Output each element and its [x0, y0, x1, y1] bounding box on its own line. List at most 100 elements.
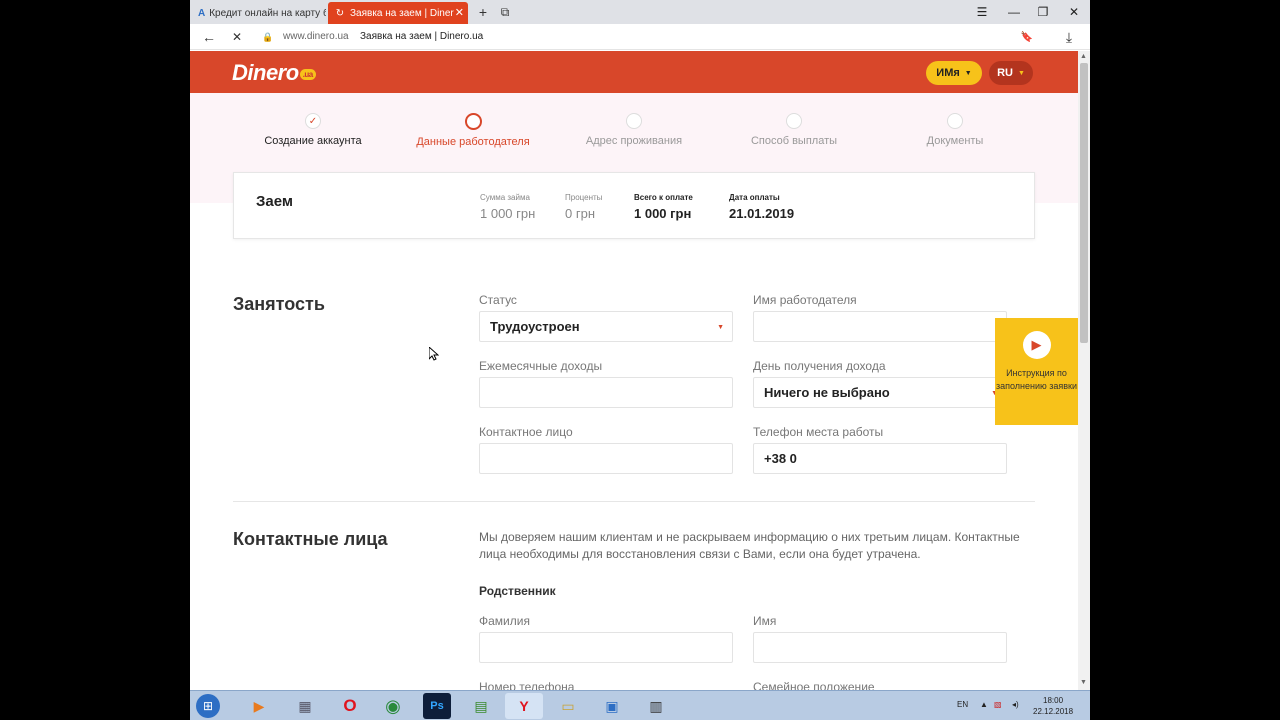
- calculator-icon[interactable]: ▦: [286, 693, 324, 719]
- step-current-icon: [464, 113, 482, 130]
- phone-number-label: Номер телефона: [479, 680, 575, 690]
- back-icon[interactable]: ←: [200, 28, 218, 46]
- new-tab-icon[interactable]: +: [474, 3, 492, 21]
- marital-status-label: Семейное положение: [753, 680, 875, 690]
- scrollbar-thumb[interactable]: [1080, 63, 1088, 343]
- lock-icon: 🔒: [262, 31, 274, 42]
- work-phone-input[interactable]: +38 0: [753, 443, 1007, 474]
- logo-suffix: .ua: [299, 68, 316, 80]
- photoshop-icon[interactable]: Ps: [423, 693, 451, 719]
- employment-title: Занятость: [233, 294, 325, 314]
- download-icon[interactable]: ⤓: [1060, 28, 1078, 46]
- address-page-title[interactable]: Заявка на заем | Dinero.ua: [360, 31, 483, 42]
- keyboard-language[interactable]: EN: [957, 700, 968, 709]
- scroll-up-icon[interactable]: ▲: [1080, 53, 1087, 60]
- contact-person-label: Контактное лицо: [479, 425, 573, 439]
- desktop-icon[interactable]: ▣: [593, 693, 631, 719]
- status-label: Статус: [479, 293, 517, 307]
- income-input[interactable]: [479, 377, 733, 408]
- loan-total-label: Всего к оплате: [634, 193, 693, 202]
- start-button-icon[interactable]: ⊞: [196, 694, 220, 718]
- contact-person-input[interactable]: [479, 443, 733, 474]
- page-viewport: Dinero .ua ИМя ▼ RU ▼ ✓ Создание аккаунта Д…: [190, 51, 1078, 690]
- loan-due-date: Дата оплаты 21.01.2019: [729, 193, 794, 221]
- tab-label: Кредит онлайн на карту б: [209, 7, 326, 19]
- media-player-icon[interactable]: ▶: [240, 693, 278, 719]
- network-icon[interactable]: ▧: [994, 700, 1002, 709]
- tray-arrow-icon[interactable]: ▲: [980, 700, 988, 709]
- tab-bar: A Кредит онлайн на карту б ↻ Заявка на з…: [190, 0, 1090, 24]
- relative-title: Родственник: [479, 584, 556, 598]
- step-create-account: ✓ Создание аккаунта: [233, 113, 393, 147]
- opera-icon[interactable]: O: [331, 693, 369, 719]
- step-label: Создание аккаунта: [264, 135, 362, 147]
- bookmark-icon[interactable]: 🔖: [1018, 28, 1036, 46]
- play-icon[interactable]: ▶: [1022, 331, 1051, 359]
- tab-application[interactable]: ↻ Заявка на заем | Diner ✕: [328, 2, 468, 24]
- loan-date-value: 21.01.2019: [729, 206, 795, 221]
- stop-loading-icon[interactable]: ✕: [228, 28, 246, 46]
- user-name-button[interactable]: ИМя ▼: [926, 61, 982, 85]
- employer-input[interactable]: [753, 311, 1007, 342]
- payday-select[interactable]: Ничего не выбрано ▼: [753, 377, 1007, 408]
- taskbar: ⊞ ▶ ▦ O ◉ Ps ▤ Y ▭ ▣ ▥ EN ▲ ▧ ◂) 18:00 2…: [190, 690, 1090, 720]
- payday-value: Ничего не выбрано: [764, 385, 890, 400]
- system-clock[interactable]: 18:00 22.12.2018: [1033, 695, 1073, 717]
- income-label: Ежемесячные доходы: [479, 359, 603, 373]
- camera-app-icon[interactable]: ▥: [637, 693, 675, 719]
- chevron-down-icon: ▼: [1017, 69, 1025, 77]
- tab-close-icon[interactable]: ✕: [455, 6, 464, 19]
- dinero-logo[interactable]: Dinero .ua: [232, 60, 316, 86]
- site-header: Dinero .ua ИМя ▼ RU ▼: [190, 51, 1078, 93]
- status-value: Трудоустроен: [490, 319, 580, 334]
- chrome-icon[interactable]: ◉: [374, 693, 412, 719]
- step-pending-icon: [947, 113, 963, 129]
- clock-date: 22.12.2018: [1033, 707, 1074, 716]
- step-pending-icon: [626, 113, 642, 129]
- chevron-down-icon: ▼: [964, 69, 972, 77]
- surname-label: Фамилия: [479, 614, 530, 628]
- first-name-input[interactable]: [753, 632, 1007, 663]
- tab-credit[interactable]: A Кредит онлайн на карту б: [192, 2, 326, 24]
- dropdown-arrow-icon: ▼: [717, 324, 724, 331]
- status-select[interactable]: Трудоустроен ▼: [479, 311, 733, 342]
- employer-label: Имя работодателя: [753, 293, 857, 307]
- step-label: Данные работодателя: [416, 136, 530, 148]
- step-label: Способ выплаты: [750, 135, 838, 147]
- language-label: RU: [997, 67, 1013, 79]
- loan-amount: Сумма займа 1 000 грн: [480, 193, 535, 221]
- user-name-label: ИМя: [936, 67, 960, 79]
- loan-amount-value: 1 000 грн: [480, 206, 536, 221]
- step-label: Документы: [926, 135, 984, 147]
- yandex-browser-icon[interactable]: Y: [505, 693, 543, 719]
- scroll-down-icon[interactable]: ▼: [1080, 679, 1087, 686]
- language-button[interactable]: RU ▼: [989, 61, 1033, 85]
- tab-overview-icon[interactable]: ⧉: [496, 3, 514, 21]
- volume-icon[interactable]: ◂): [1012, 700, 1019, 709]
- step-pending-icon: [786, 113, 802, 129]
- step-payout-method: Способ выплаты: [714, 113, 874, 147]
- tab-favicon-icon: A: [198, 7, 206, 19]
- loan-amount-label: Сумма займа: [480, 193, 530, 202]
- loan-interest-value: 0 грн: [565, 206, 595, 221]
- window-close-icon[interactable]: ✕: [1062, 3, 1086, 21]
- menu-icon[interactable]: ☰: [970, 3, 994, 21]
- page-scrollbar[interactable]: ▲ ▼: [1078, 51, 1090, 690]
- address-domain[interactable]: www.dinero.ua: [283, 31, 349, 42]
- folder-icon[interactable]: ▭: [549, 693, 587, 719]
- contacts-title: Контактные лица: [233, 529, 388, 549]
- first-name-label: Имя: [753, 614, 777, 628]
- help-text: Инструкция по заполнению заявки: [995, 368, 1078, 391]
- minimize-icon[interactable]: —: [1002, 3, 1026, 21]
- step-documents: Документы: [875, 113, 1035, 147]
- mouse-cursor-icon: [428, 345, 440, 364]
- help-instructions-box[interactable]: ▶ Инструкция по заполнению заявки: [995, 318, 1078, 425]
- step-label: Адрес проживания: [585, 135, 683, 147]
- check-icon: ✓: [305, 113, 321, 129]
- contacts-description: Мы доверяем нашим клиентам и не раскрыва…: [479, 530, 1020, 561]
- browser-window: A Кредит онлайн на карту б ↻ Заявка на з…: [190, 0, 1090, 690]
- chart-app-icon[interactable]: ▤: [462, 693, 500, 719]
- restore-icon[interactable]: ❐: [1031, 3, 1055, 21]
- step-address: Адрес проживания: [554, 113, 714, 147]
- surname-input[interactable]: [479, 632, 733, 663]
